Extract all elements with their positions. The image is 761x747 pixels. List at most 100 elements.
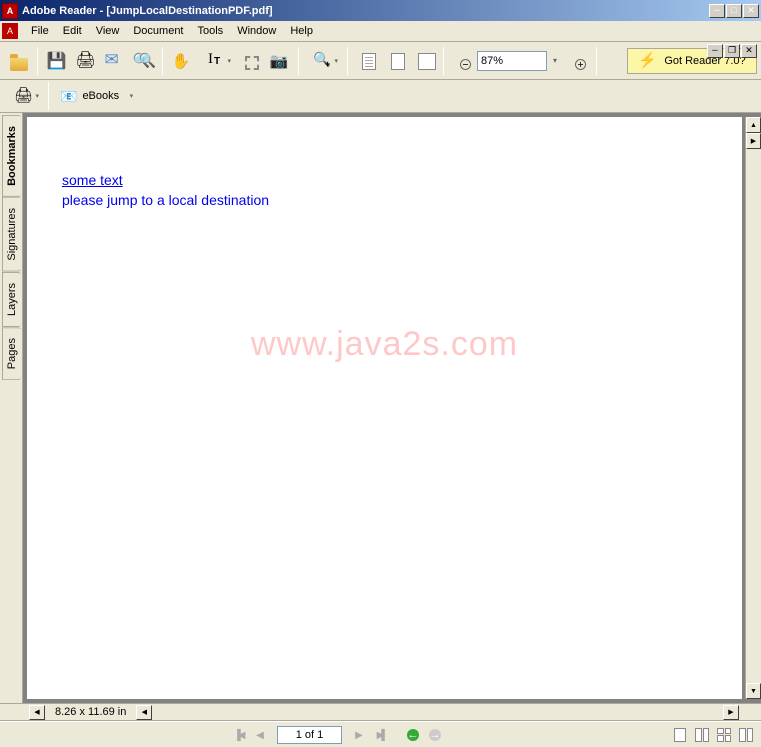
- print-button[interactable]: [72, 47, 99, 74]
- zoom-in-button[interactable]: [304, 47, 342, 74]
- forward-arrow-icon: [429, 729, 441, 741]
- scroll-down-button[interactable]: ▼: [746, 683, 761, 699]
- create-pdf-icon: [14, 86, 34, 106]
- zoom-dropdown[interactable]: ▾: [548, 47, 562, 74]
- forward-button[interactable]: [424, 725, 446, 745]
- next-page-button[interactable]: [348, 725, 370, 745]
- binoculars-icon: [134, 51, 154, 71]
- close-button[interactable]: ✕: [743, 4, 759, 18]
- horizontal-scrollbar[interactable]: ◀ ▶: [136, 705, 739, 720]
- hscroll-left-button[interactable]: ◀: [29, 705, 45, 720]
- sidebar-tab-pages[interactable]: Pages: [2, 327, 21, 380]
- main-toolbar: ▾ Got Reader 7.0?: [0, 42, 761, 80]
- got-reader-icon: [638, 51, 658, 71]
- back-arrow-icon: [407, 729, 419, 741]
- sidebar-tab-layers[interactable]: Layers: [2, 272, 21, 327]
- separator: [48, 82, 49, 110]
- email-button[interactable]: [101, 47, 128, 74]
- page-info-bar: ◀ 8.26 x 11.69 in ◀ ▶: [0, 703, 761, 721]
- single-page-icon: [674, 728, 686, 742]
- save-icon: [47, 51, 67, 71]
- hscroll-track[interactable]: [152, 705, 723, 720]
- print-icon: [76, 51, 96, 71]
- mail-icon: [105, 51, 125, 71]
- ebooks-label: eBooks: [82, 90, 119, 102]
- status-bar: [0, 721, 761, 747]
- menu-edit[interactable]: Edit: [56, 23, 89, 39]
- facing-view-button[interactable]: [713, 725, 735, 745]
- back-button[interactable]: [402, 725, 424, 745]
- separator: [298, 47, 299, 75]
- menu-window[interactable]: Window: [230, 23, 283, 39]
- continuous-facing-button[interactable]: [735, 725, 757, 745]
- pdf-link-1[interactable]: some text: [62, 172, 123, 188]
- separator: [443, 47, 444, 75]
- sidebar-tab-bookmarks[interactable]: Bookmarks: [2, 115, 21, 197]
- menu-tools[interactable]: Tools: [191, 23, 231, 39]
- minus-icon: [460, 59, 471, 70]
- folder-open-icon: [10, 58, 28, 71]
- hscroll-right-button[interactable]: ▶: [723, 705, 739, 720]
- hscroll-left-inner[interactable]: ◀: [136, 705, 152, 720]
- page-nav-group: [227, 725, 446, 745]
- last-page-icon: [377, 729, 386, 741]
- watermark-text: www.java2s.com: [251, 325, 518, 364]
- main-area: Bookmarks Signatures Layers Pages some t…: [0, 113, 761, 703]
- plus-icon: [575, 59, 586, 70]
- prev-page-button[interactable]: [249, 725, 271, 745]
- document-area: some text please jump to a local destina…: [23, 113, 761, 703]
- last-page-button[interactable]: [370, 725, 392, 745]
- first-page-button[interactable]: [227, 725, 249, 745]
- separator: [347, 47, 348, 75]
- doc-restore-button[interactable]: ❐: [724, 44, 740, 58]
- vertical-scrollbar[interactable]: ▲ ▶ ▼: [745, 117, 761, 699]
- menu-view[interactable]: View: [89, 23, 127, 39]
- actual-size-button[interactable]: [353, 47, 380, 74]
- pdf-page: some text please jump to a local destina…: [27, 117, 742, 699]
- page-layout-group: [669, 725, 757, 745]
- separator: [162, 47, 163, 75]
- snapshot-button[interactable]: [237, 47, 264, 74]
- snapshot-icon: [245, 56, 259, 70]
- zoom-out-button[interactable]: [449, 47, 476, 74]
- scroll-up-button-2[interactable]: ▶: [746, 133, 761, 149]
- sidebar-tab-signatures[interactable]: Signatures: [2, 197, 21, 272]
- continuous-facing-icon: [739, 728, 753, 742]
- maximize-button[interactable]: □: [726, 4, 742, 18]
- title-bar: A Adobe Reader - [JumpLocalDestinationPD…: [0, 0, 761, 21]
- fit-width-button[interactable]: [411, 47, 438, 74]
- hand-icon: [172, 51, 192, 71]
- search-button[interactable]: [130, 47, 157, 74]
- doc-close-button[interactable]: ✕: [741, 44, 757, 58]
- scroll-track[interactable]: [746, 149, 761, 683]
- separator: [37, 47, 38, 75]
- select-text-button[interactable]: [197, 47, 235, 74]
- text-select-icon: [206, 51, 226, 71]
- zoom-in-plus-button[interactable]: [564, 47, 591, 74]
- page-number-input[interactable]: [277, 726, 342, 744]
- window-title: Adobe Reader - [JumpLocalDestinationPDF.…: [22, 5, 709, 17]
- scroll-up-button[interactable]: ▲: [746, 117, 761, 133]
- continuous-icon: [695, 728, 709, 742]
- ebooks-button[interactable]: eBooks: [53, 84, 138, 108]
- camera-icon: [270, 51, 290, 71]
- menu-bar: A File Edit View Document Tools Window H…: [0, 21, 761, 42]
- menu-help[interactable]: Help: [283, 23, 320, 39]
- minimize-button[interactable]: ─: [709, 4, 725, 18]
- open-button[interactable]: [5, 47, 32, 74]
- page-size-label: 8.26 x 11.69 in: [55, 706, 126, 718]
- menu-file[interactable]: File: [24, 23, 56, 39]
- fit-page-button[interactable]: [382, 47, 409, 74]
- hand-tool-button[interactable]: [168, 47, 195, 74]
- first-page-icon: [234, 729, 243, 741]
- menu-document[interactable]: Document: [126, 23, 190, 39]
- continuous-view-button[interactable]: [691, 725, 713, 745]
- page-viewport[interactable]: some text please jump to a local destina…: [27, 117, 745, 699]
- single-page-view-button[interactable]: [669, 725, 691, 745]
- save-button[interactable]: [43, 47, 70, 74]
- zoom-level-input[interactable]: [477, 51, 547, 71]
- camera-button[interactable]: [266, 47, 293, 74]
- pdf-link-2[interactable]: please jump to a local destination: [62, 192, 269, 208]
- create-pdf-button[interactable]: [5, 83, 43, 110]
- doc-minimize-button[interactable]: ─: [707, 44, 723, 58]
